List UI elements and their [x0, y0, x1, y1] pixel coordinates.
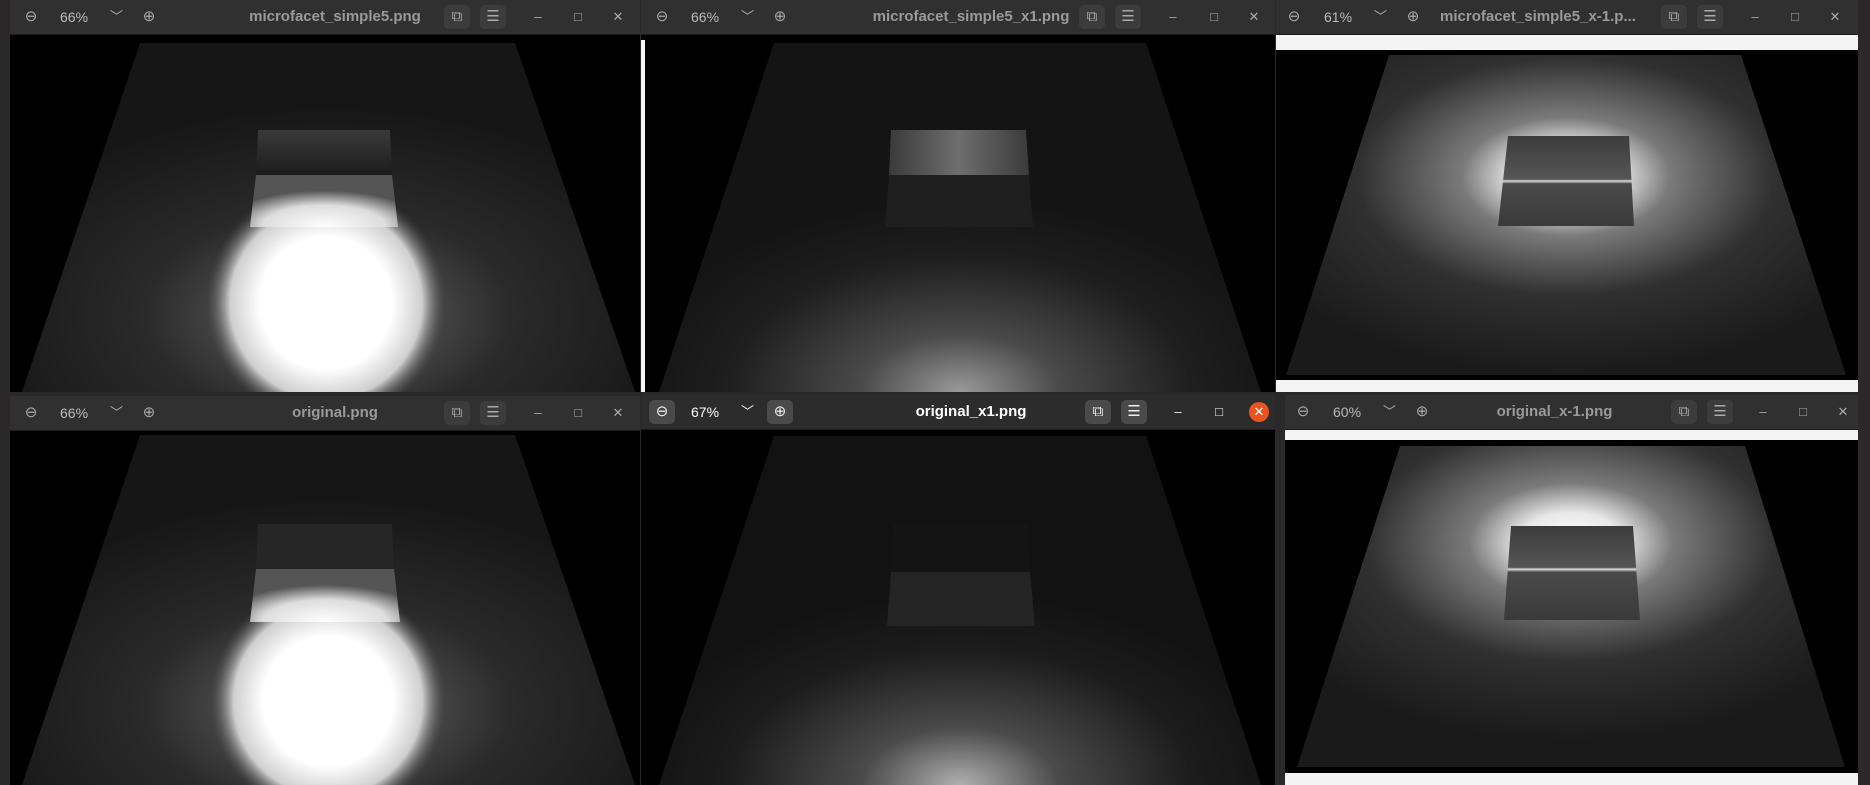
- minimize-icon[interactable]: –: [1753, 402, 1773, 422]
- zoom-level[interactable]: 66%: [60, 396, 88, 430]
- chevron-down-icon[interactable]: ﹀: [1383, 395, 1396, 429]
- restore-icon[interactable]: ⧉: [1085, 400, 1111, 424]
- window-title: original.png: [292, 404, 378, 421]
- zoom-out-icon[interactable]: ⊖: [18, 401, 44, 425]
- close-icon[interactable]: ✕: [608, 403, 628, 423]
- header-bar: ⊖ 60% ﹀ ⊕ original_x-1.png ⧉ ☰ – □ ✕: [1285, 395, 1858, 430]
- image-canvas[interactable]: [641, 35, 1275, 392]
- header-bar: ⊖ 67% ﹀ ⊕ original_x1.png ⧉ ☰ – □ ✕: [641, 395, 1275, 430]
- zoom-in-icon[interactable]: ⊕: [767, 400, 793, 424]
- image-viewer-window-original: ⊖ 66% ﹀ ⊕ original.png ⧉ ☰ – □ ✕: [10, 396, 640, 785]
- zoom-level[interactable]: 61%: [1324, 0, 1352, 34]
- zoom-level[interactable]: 66%: [60, 0, 88, 34]
- close-icon[interactable]: ✕: [1249, 402, 1269, 422]
- image-canvas[interactable]: [10, 431, 640, 785]
- maximize-icon[interactable]: □: [1793, 402, 1813, 422]
- maximize-icon[interactable]: □: [1785, 7, 1805, 27]
- window-title: microfacet_simple5_x-1.p...: [1440, 8, 1636, 25]
- restore-icon[interactable]: ⧉: [444, 5, 470, 29]
- hamburger-menu-icon[interactable]: ☰: [1697, 5, 1723, 29]
- zoom-in-icon[interactable]: ⊕: [767, 5, 793, 29]
- close-icon[interactable]: ✕: [1244, 7, 1264, 27]
- zoom-out-icon[interactable]: ⊖: [1281, 5, 1307, 29]
- window-title: microfacet_simple5_x1.png: [872, 8, 1070, 25]
- minimize-icon[interactable]: –: [528, 7, 548, 27]
- image-canvas[interactable]: [10, 35, 640, 392]
- rendered-image: [10, 431, 640, 785]
- restore-icon[interactable]: ⧉: [1661, 5, 1687, 29]
- rendered-image: [641, 430, 1275, 785]
- zoom-out-icon[interactable]: ⊖: [649, 400, 675, 424]
- chevron-down-icon[interactable]: ﹀: [741, 0, 754, 34]
- minimize-icon[interactable]: –: [528, 403, 548, 423]
- hamburger-menu-icon[interactable]: ☰: [1121, 400, 1147, 424]
- rendered-image: [1285, 440, 1858, 773]
- image-canvas[interactable]: [1285, 430, 1858, 785]
- rendered-image: [1276, 50, 1858, 380]
- zoom-out-icon[interactable]: ⊖: [649, 5, 675, 29]
- minimize-icon[interactable]: –: [1745, 7, 1765, 27]
- desktop: { "windows": [ {"id":"w1","zoom":"66%","…: [0, 0, 1870, 785]
- close-icon[interactable]: ✕: [1825, 7, 1845, 27]
- zoom-in-icon[interactable]: ⊕: [1409, 400, 1435, 424]
- close-icon[interactable]: ✕: [1833, 402, 1853, 422]
- window-title: original_x1.png: [915, 403, 1027, 420]
- zoom-in-icon[interactable]: ⊕: [136, 401, 162, 425]
- zoom-out-icon[interactable]: ⊖: [18, 5, 44, 29]
- hamburger-menu-icon[interactable]: ☰: [1115, 5, 1141, 29]
- image-viewer-window-original-x1: ⊖ 67% ﹀ ⊕ original_x1.png ⧉ ☰ – □ ✕: [641, 395, 1275, 785]
- chevron-down-icon[interactable]: ﹀: [110, 0, 123, 34]
- restore-icon[interactable]: ⧉: [444, 401, 470, 425]
- zoom-level[interactable]: 60%: [1333, 395, 1361, 429]
- image-viewer-window-microfacet-simple5: ⊖ 66% ﹀ ⊕ microfacet_simple5.png ⧉ ☰ – □…: [10, 0, 640, 392]
- restore-icon[interactable]: ⧉: [1079, 5, 1105, 29]
- header-bar: ⊖ 61% ﹀ ⊕ microfacet_simple5_x-1.p... ⧉ …: [1276, 0, 1858, 35]
- minimize-icon[interactable]: –: [1163, 7, 1183, 27]
- rendered-image: [10, 35, 640, 392]
- window-title: microfacet_simple5.png: [249, 8, 421, 25]
- rendered-image: [641, 35, 1275, 392]
- close-icon[interactable]: ✕: [608, 7, 628, 27]
- window-gap: [641, 40, 645, 392]
- window-title: original_x-1.png: [1496, 403, 1613, 420]
- chevron-down-icon[interactable]: ﹀: [1374, 0, 1387, 34]
- zoom-out-icon[interactable]: ⊖: [1290, 400, 1316, 424]
- hamburger-menu-icon[interactable]: ☰: [480, 5, 506, 29]
- header-bar: ⊖ 66% ﹀ ⊕ original.png ⧉ ☰ – □ ✕: [10, 396, 640, 431]
- chevron-down-icon[interactable]: ﹀: [741, 395, 754, 429]
- image-viewer-window-microfacet-simple5-x-1: ⊖ 61% ﹀ ⊕ microfacet_simple5_x-1.p... ⧉ …: [1276, 0, 1858, 392]
- image-canvas[interactable]: [1276, 35, 1858, 392]
- maximize-icon[interactable]: □: [568, 403, 588, 423]
- hamburger-menu-icon[interactable]: ☰: [1707, 400, 1733, 424]
- maximize-icon[interactable]: □: [1209, 402, 1229, 422]
- image-canvas[interactable]: [641, 430, 1275, 785]
- header-bar: ⊖ 66% ﹀ ⊕ microfacet_simple5.png ⧉ ☰ – □…: [10, 0, 640, 35]
- hamburger-menu-icon[interactable]: ☰: [480, 401, 506, 425]
- restore-icon[interactable]: ⧉: [1671, 400, 1697, 424]
- minimize-icon[interactable]: –: [1168, 402, 1188, 422]
- image-viewer-window-microfacet-simple5-x1: ⊖ 66% ﹀ ⊕ microfacet_simple5_x1.png ⧉ ☰ …: [641, 0, 1275, 392]
- zoom-level[interactable]: 66%: [691, 0, 719, 34]
- zoom-in-icon[interactable]: ⊕: [136, 5, 162, 29]
- maximize-icon[interactable]: □: [1204, 7, 1224, 27]
- chevron-down-icon[interactable]: ﹀: [110, 396, 123, 430]
- image-viewer-window-original-x-1: ⊖ 60% ﹀ ⊕ original_x-1.png ⧉ ☰ – □ ✕: [1285, 395, 1858, 785]
- header-bar: ⊖ 66% ﹀ ⊕ microfacet_simple5_x1.png ⧉ ☰ …: [641, 0, 1275, 35]
- zoom-in-icon[interactable]: ⊕: [1400, 5, 1426, 29]
- zoom-level[interactable]: 67%: [691, 395, 719, 429]
- maximize-icon[interactable]: □: [568, 7, 588, 27]
